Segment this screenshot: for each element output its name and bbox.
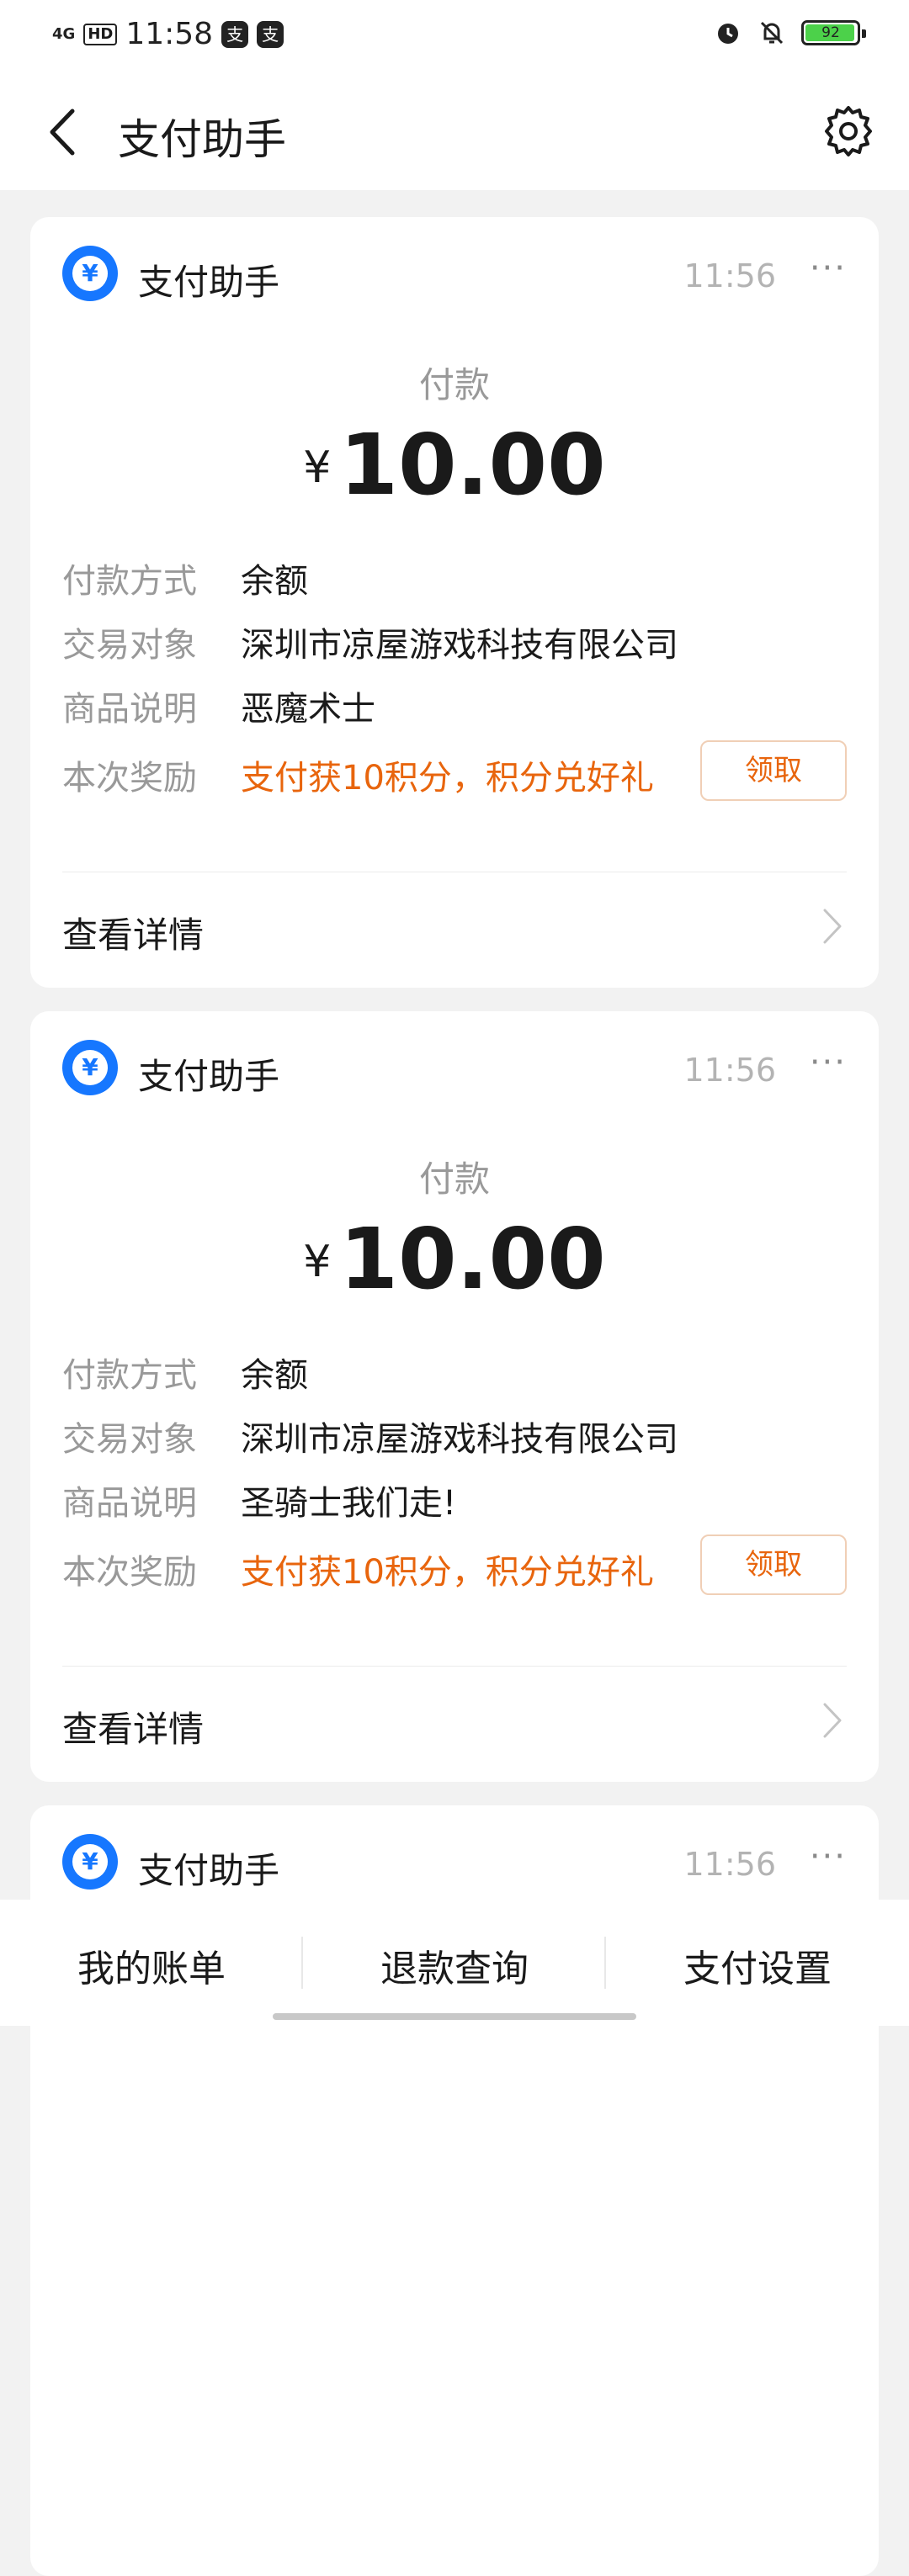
sender-name: 支付助手	[138, 1850, 280, 1891]
sender-name: 支付助手	[138, 262, 280, 303]
back-arrow-icon[interactable]	[40, 103, 91, 162]
row-value: 余额	[241, 562, 308, 601]
amount-value: 10.00	[339, 1210, 606, 1308]
battery-cap	[862, 29, 866, 38]
product-row: 商品说明 圣骑士我们走!	[62, 1476, 847, 1526]
chevron-right-icon[interactable]	[818, 1699, 847, 1741]
yen-icon: ¥	[72, 1844, 108, 1879]
tab-payment-settings[interactable]: 支付设置	[606, 1938, 909, 1992]
card-header: ¥ 支付助手 11:56 ···	[62, 246, 847, 305]
reward-row: 本次奖励 支付获10积分，积分兑好礼 领取	[62, 1534, 847, 1595]
row-label: 本次奖励	[62, 1553, 197, 1592]
currency-symbol: ¥	[303, 1237, 332, 1287]
merchant-row: 交易对象 深圳市凉屋游戏科技有限公司	[62, 1412, 847, 1462]
currency-symbol: ¥	[303, 443, 332, 493]
chevron-right-icon[interactable]	[818, 905, 847, 947]
payment-type-label: 付款	[418, 1158, 490, 1200]
yen-icon: ¥	[72, 256, 108, 291]
row-label: 商品说明	[62, 690, 197, 729]
view-details-link[interactable]: 查看详情	[62, 907, 204, 958]
payment-type-label: 付款	[418, 364, 490, 405]
status-time: 11:58	[125, 17, 214, 51]
card-header: ¥ 支付助手 11:56 ···	[62, 1834, 847, 1893]
payment-card[interactable]: ¥ 支付助手 11:56 ··· 付款 ¥10.00 付款方式 余额 交易对象 …	[30, 1011, 879, 1782]
page-title: 支付助手	[118, 115, 286, 164]
bottom-tab-bar: 我的账单 退款查询 支付设置	[0, 1900, 909, 2026]
row-value: 深圳市凉屋游戏科技有限公司	[241, 626, 678, 665]
alarm-icon	[718, 24, 738, 44]
row-label: 付款方式	[62, 562, 197, 601]
more-icon[interactable]: ···	[810, 249, 847, 288]
app-notification-icon: 支	[221, 20, 249, 48]
view-details-link[interactable]: 查看详情	[62, 1701, 204, 1752]
payment-method-row: 付款方式 余额	[62, 1348, 847, 1398]
app-notification-icon: 支	[257, 20, 284, 48]
payment-amount: ¥10.00	[30, 416, 879, 514]
status-left: 4G HD 11:58 支 支	[52, 17, 284, 51]
bell-off-icon	[760, 21, 784, 45]
hd-badge: HD	[83, 23, 118, 45]
payment-card[interactable]: ¥ 支付助手 11:56 ··· 付款 ¥10.00 付款方式 余额 交易对象 …	[30, 217, 879, 988]
battery-icon: 92	[801, 20, 866, 45]
alipay-logo-icon: ¥	[62, 1834, 118, 1890]
payment-amount: ¥10.00	[30, 1210, 879, 1308]
row-value: 深圳市凉屋游戏科技有限公司	[241, 1420, 678, 1459]
yen-icon: ¥	[72, 1050, 108, 1085]
reward-text: 支付获10积分，积分兑好礼	[241, 1553, 654, 1592]
row-label: 商品说明	[62, 1484, 197, 1523]
message-time: 11:56	[683, 257, 776, 294]
amount-value: 10.00	[339, 416, 606, 514]
tab-my-bills[interactable]: 我的账单	[0, 1938, 303, 1992]
reward-row: 本次奖励 支付获10积分，积分兑好礼 领取	[62, 740, 847, 801]
row-label: 交易对象	[62, 626, 197, 665]
home-indicator[interactable]	[273, 2013, 636, 2020]
card-header: ¥ 支付助手 11:56 ···	[62, 1040, 847, 1099]
row-label: 交易对象	[62, 1420, 197, 1459]
sender-name: 支付助手	[138, 1056, 280, 1097]
status-bar: 4G HD 11:58 支 支 92	[0, 0, 909, 69]
gear-icon[interactable]	[821, 104, 875, 158]
row-value: 圣骑士我们走!	[241, 1484, 457, 1523]
divider	[62, 1666, 847, 1667]
alipay-logo-icon: ¥	[62, 1040, 118, 1095]
status-right: 92	[714, 19, 866, 47]
alipay-logo-icon: ¥	[62, 246, 118, 301]
row-label: 付款方式	[62, 1356, 197, 1395]
message-time: 11:56	[683, 1052, 776, 1089]
claim-button[interactable]: 领取	[700, 740, 847, 801]
more-icon[interactable]: ···	[810, 1837, 847, 1876]
nav-bar: 支付助手	[0, 69, 909, 190]
message-time: 11:56	[683, 1846, 776, 1883]
product-row: 商品说明 恶魔术士	[62, 681, 847, 732]
row-value: 恶魔术士	[241, 690, 375, 729]
row-value: 余额	[241, 1356, 308, 1395]
claim-button[interactable]: 领取	[700, 1534, 847, 1595]
payment-method-row: 付款方式 余额	[62, 554, 847, 604]
signal-icon: 4G	[52, 24, 76, 43]
battery-level: 92	[821, 24, 840, 41]
tab-refund-query[interactable]: 退款查询	[303, 1938, 606, 1992]
more-icon[interactable]: ···	[810, 1043, 847, 1082]
row-label: 本次奖励	[62, 759, 197, 798]
merchant-row: 交易对象 深圳市凉屋游戏科技有限公司	[62, 617, 847, 668]
reward-text: 支付获10积分，积分兑好礼	[241, 759, 654, 798]
